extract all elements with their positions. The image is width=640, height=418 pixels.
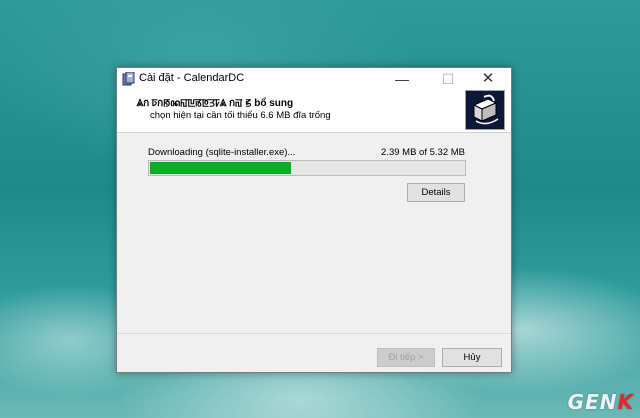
- watermark-text: GEN: [567, 390, 618, 414]
- maximize-button[interactable]: ☐: [431, 68, 465, 90]
- genk-watermark: GENK: [568, 390, 634, 414]
- cancel-button[interactable]: Hủy: [442, 348, 502, 367]
- app-setup-icon: [122, 72, 135, 86]
- desktop-background: Cài đặt - CalendarDC — ☐ ✕ ꥃก ꠑกꡐꦤꡎꡖꡏꡔꡗꡠ…: [0, 0, 640, 418]
- window-title: Cài đặt - CalendarDC: [139, 72, 245, 84]
- installer-box-icon: [465, 90, 505, 130]
- minimize-button[interactable]: —: [385, 68, 419, 90]
- watermark-accent: K: [617, 390, 634, 414]
- download-progress-bar: [148, 160, 466, 176]
- progress-fill: [150, 162, 292, 174]
- installer-window: Cài đặt - CalendarDC — ☐ ✕ ꥃก ꠑกꡐꦤꡎꡖꡏꡔꡗꡠ…: [116, 67, 512, 373]
- footer-divider: [117, 333, 511, 334]
- title-bar[interactable]: Cài đặt - CalendarDC — ☐ ✕: [117, 68, 511, 90]
- download-status-text: Downloading (sqlite-installer.exe)...: [148, 147, 296, 158]
- details-button[interactable]: Details: [407, 183, 465, 202]
- wizard-header: ꥃก ꠑกꡐꦤꡎꡖꡏꡔꡗꡠꥃ กꡌ ꡝ bổ sung chọn hiện tạ…: [117, 90, 511, 133]
- header-subtitle: chọn hiện tại cần tối thiểu 6.6 MB đĩa t…: [150, 110, 331, 121]
- download-size-text: 2.39 MB of 5.32 MB: [381, 147, 465, 158]
- next-button[interactable]: Đi tiếp >: [377, 348, 435, 367]
- close-button[interactable]: ✕: [471, 68, 505, 90]
